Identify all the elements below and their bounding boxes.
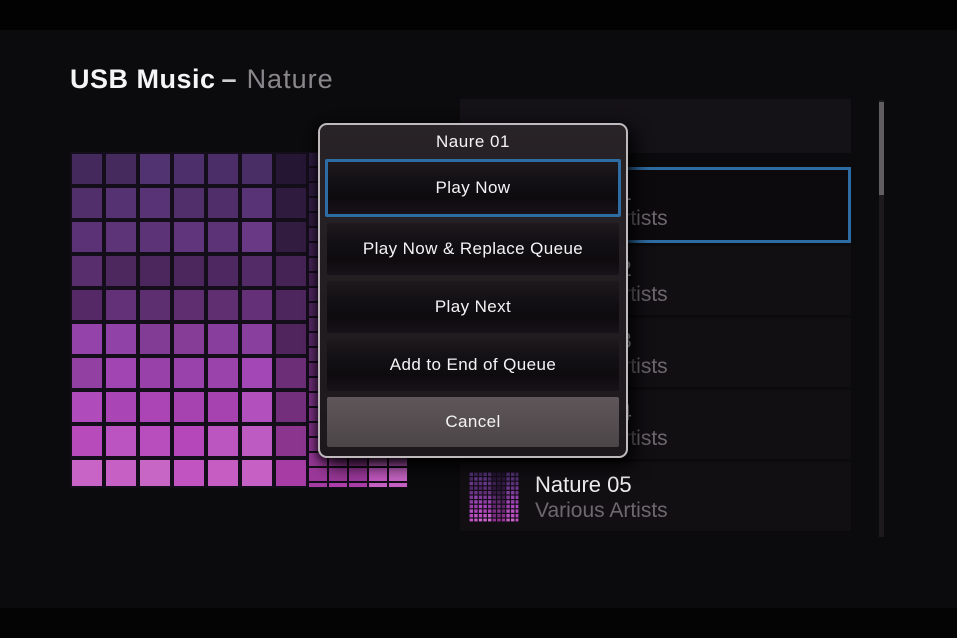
- scrollbar-track[interactable]: [879, 100, 884, 537]
- page-title: USB Music–Nature: [70, 64, 334, 95]
- top-letterbox-bar: [0, 0, 957, 30]
- bottom-letterbox-bar: [0, 608, 957, 638]
- page-title-separator: –: [216, 64, 247, 94]
- usb-music-screen: USB Music–Nature Nature 01Various Artist…: [0, 0, 957, 638]
- track-artist: Various Artists: [535, 498, 668, 523]
- cancel-button[interactable]: Cancel: [327, 397, 619, 447]
- dialog-button-list: Play Now Play Now & Replace Queue Play Nex…: [320, 159, 626, 447]
- play-now-replace-queue-button[interactable]: Play Now & Replace Queue: [327, 223, 619, 275]
- dialog-title: Naure 01: [320, 125, 626, 159]
- play-now-button[interactable]: Play Now: [325, 159, 621, 217]
- track-row-5[interactable]: Nature 05Various Artists: [460, 462, 851, 531]
- track-meta: Nature 05Various Artists: [535, 471, 668, 523]
- scrollbar-thumb[interactable]: [879, 102, 884, 195]
- page-title-folder: Nature: [247, 64, 334, 94]
- page-title-source: USB Music: [70, 64, 216, 94]
- track-title: Nature 05: [535, 471, 668, 498]
- track-thumbnail: [469, 472, 519, 522]
- play-next-button[interactable]: Play Next: [327, 281, 619, 333]
- add-to-end-of-queue-button[interactable]: Add to End of Queue: [327, 339, 619, 391]
- track-options-dialog: Naure 01 Play Now Play Now & Replace Queu…: [318, 123, 628, 458]
